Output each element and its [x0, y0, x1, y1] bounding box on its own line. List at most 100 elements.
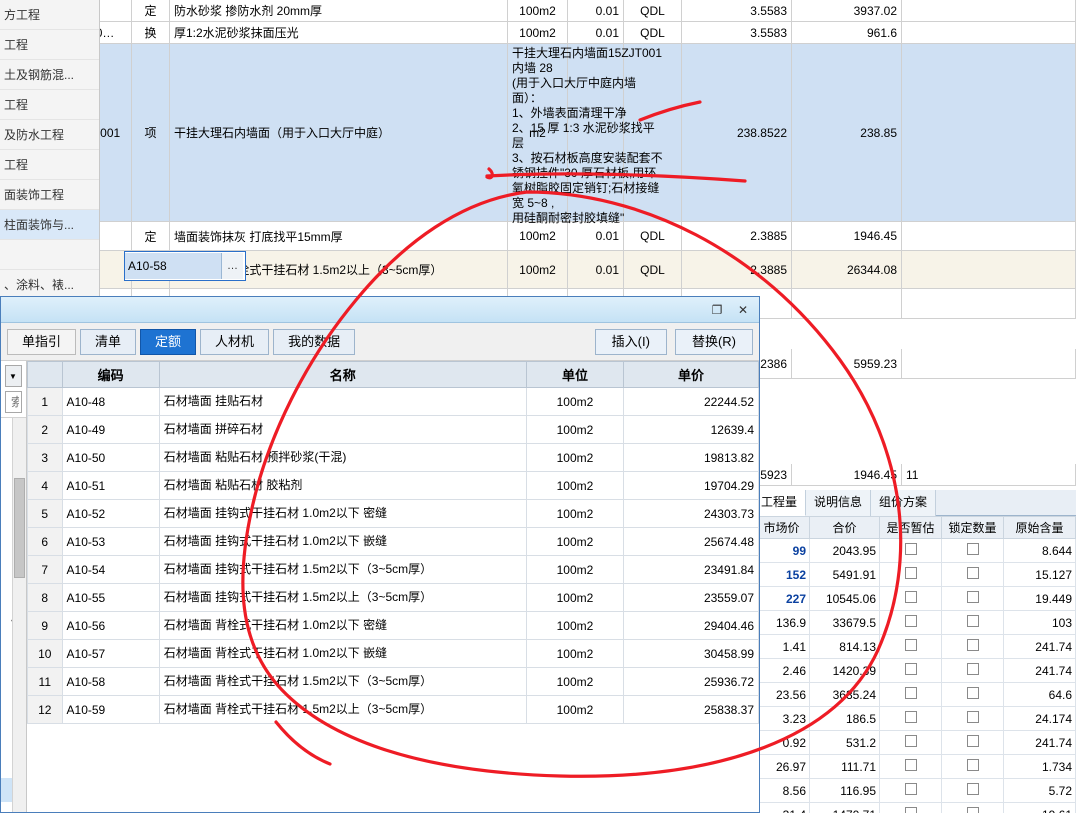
table-row[interactable]: 12 A10-59 石材墙面 背栓式干挂石材 1.5m2以上（3~5cm厚） 1…: [27, 695, 760, 724]
leftnav-item-3[interactable]: 工程: [0, 90, 99, 120]
table-row[interactable]: 26.97 111.71 1.734: [753, 754, 1076, 779]
cell-estimate[interactable]: [879, 658, 942, 683]
chevron-down-icon[interactable]: ▼: [6, 366, 22, 386]
table-row[interactable]: 10 A10-57 石材墙面 背栓式干挂石材 1.0m2以下 嵌缝 100m2 …: [27, 639, 760, 668]
estimate-checkbox[interactable]: [904, 735, 917, 747]
table-row[interactable]: 9 A10-56 石材墙面 背栓式干挂石材 1.0m2以下 密缝 100m2 2…: [27, 611, 760, 640]
table-row[interactable]: A10-1 + A10… 换 厚1:2水泥砂浆抹面压光 100m2 0.01 Q…: [0, 22, 1076, 44]
estimate-checkbox[interactable]: [904, 783, 917, 795]
table-row[interactable]: 6 A10-53 石材墙面 挂钩式干挂石材 1.0m2以下 嵌缝 100m2 2…: [27, 527, 760, 556]
lock-checkbox[interactable]: [966, 567, 979, 579]
lock-checkbox[interactable]: [966, 687, 979, 699]
cell-lock[interactable]: [941, 538, 1004, 563]
cell-lock[interactable]: [941, 754, 1004, 779]
cell-lock[interactable]: [941, 730, 1004, 755]
table-row[interactable]: 0.92 531.2 241.74: [753, 730, 1076, 755]
cell-estimate[interactable]: [879, 802, 942, 813]
cell-estimate[interactable]: [879, 610, 942, 635]
tab-zujiafangan[interactable]: 组价方案: [871, 490, 937, 516]
table-row[interactable]: 8.56 116.95 5.72: [753, 778, 1076, 803]
cell-lock[interactable]: [941, 682, 1004, 707]
cell-estimate[interactable]: [879, 754, 942, 779]
estimate-checkbox[interactable]: [904, 687, 917, 699]
tab-wodeshuju[interactable]: 我的数据: [273, 328, 356, 355]
table-row[interactable]: 152 5491.91 15.127: [753, 562, 1076, 587]
lock-checkbox[interactable]: [966, 615, 979, 627]
search-box[interactable]: [5, 391, 23, 413]
leftnav-item-2[interactable]: 土及钢筋混...: [0, 60, 99, 90]
table-row[interactable]: 227 10545.06 19.449: [753, 586, 1076, 611]
lock-checkbox[interactable]: [966, 711, 979, 723]
cell-estimate[interactable]: [879, 730, 942, 755]
leftnav-item-4[interactable]: 及防水工程: [0, 120, 99, 150]
code-input[interactable]: [125, 253, 221, 279]
cell-estimate[interactable]: [879, 706, 942, 731]
table-row[interactable]: 136.9 33679.5 103: [753, 610, 1076, 635]
table-row[interactable]: 5 A10-52 石材墙面 挂钩式干挂石材 1.0m2以下 密缝 100m2 2…: [27, 499, 760, 528]
cell-lock[interactable]: [941, 586, 1004, 611]
insert-button[interactable]: 插入(I): [594, 328, 667, 355]
lock-checkbox[interactable]: [966, 591, 979, 603]
cell-estimate[interactable]: [879, 562, 942, 587]
cell-lock[interactable]: [941, 778, 1004, 803]
table-row[interactable]: 3 A10-50 石材墙面 粘贴石材 预拌砂浆(干混) 100m2 19813.…: [27, 443, 760, 472]
lock-checkbox[interactable]: [966, 783, 979, 795]
search-input[interactable]: [9, 394, 22, 410]
estimate-checkbox[interactable]: [904, 543, 917, 555]
cell-lock[interactable]: [941, 562, 1004, 587]
leftnav-item-7[interactable]: 柱面装饰与...: [0, 210, 99, 240]
library-select[interactable]: 北省房屋建筑与装饰工程消耗量定额及全费用 ▼: [5, 365, 23, 387]
table-row[interactable]: 31.4 1470.71 19.61: [753, 802, 1076, 813]
table-row[interactable]: 4 A10-51 石材墙面 粘贴石材 胶粘剂 100m2 19704.29: [27, 471, 760, 500]
tree-scroll-thumb[interactable]: [14, 478, 26, 578]
tab-danzhiyin[interactable]: 单指引: [7, 328, 77, 355]
table-row[interactable]: 8 A10-55 石材墙面 挂钩式干挂石材 1.5m2以上（3~5cm厚） 10…: [27, 583, 760, 612]
cell-estimate[interactable]: [879, 586, 942, 611]
estimate-checkbox[interactable]: [904, 615, 917, 627]
table-row[interactable]: 11 A10-58 石材墙面 背栓式干挂石材 1.5m2以下（3~5cm厚） 1…: [27, 667, 760, 696]
lock-checkbox[interactable]: [966, 639, 979, 651]
tab-shuomingxinxi[interactable]: 说明信息: [806, 490, 872, 516]
leftnav-item-6[interactable]: 面装饰工程: [0, 180, 99, 210]
cell-estimate[interactable]: [879, 682, 942, 707]
cell-estimate[interactable]: [879, 778, 942, 803]
maximize-icon[interactable]: ❐: [705, 301, 729, 319]
estimate-checkbox[interactable]: [904, 759, 917, 771]
lock-checkbox[interactable]: [966, 543, 979, 555]
table-row[interactable]: 1.41 814.13 241.74: [753, 634, 1076, 659]
cell-lock[interactable]: [941, 706, 1004, 731]
table-row[interactable]: 3.23 186.5 24.174: [753, 706, 1076, 731]
lock-checkbox[interactable]: [966, 807, 979, 813]
code-picker-button[interactable]: …: [221, 253, 243, 279]
lock-checkbox[interactable]: [966, 663, 979, 675]
table-row[interactable]: A10-23 定 墙面装饰抹灰 打底找平15mm厚 100m2 0.01 QDL…: [0, 222, 1076, 251]
tab-qingdan[interactable]: 清单: [80, 328, 137, 355]
table-row[interactable]: 7 A10-54 石材墙面 挂钩式干挂石材 1.5m2以下（3~5cm厚） 10…: [27, 555, 760, 584]
cell-lock[interactable]: [941, 802, 1004, 813]
close-icon[interactable]: ✕: [731, 301, 755, 319]
cell-lock[interactable]: [941, 658, 1004, 683]
lock-checkbox[interactable]: [966, 759, 979, 771]
table-row[interactable]: 99 2043.95 8.644: [753, 538, 1076, 563]
table-row[interactable]: 23.56 3635.24 64.6: [753, 682, 1076, 707]
tree-scrollbar[interactable]: [12, 418, 27, 812]
estimate-checkbox[interactable]: [904, 663, 917, 675]
leftnav-item-0[interactable]: 方工程: [0, 0, 99, 30]
table-row[interactable]: A6-119 定 防水砂浆 掺防水剂 20mm厚 100m2 0.01 QDL …: [0, 0, 1076, 22]
lock-checkbox[interactable]: [966, 735, 979, 747]
dialog-titlebar[interactable]: ❐ ✕: [1, 297, 759, 323]
leftnav-item-5[interactable]: 工程: [0, 150, 99, 180]
estimate-checkbox[interactable]: [904, 639, 917, 651]
tab-gongchengliang[interactable]: 工程量: [753, 490, 807, 516]
estimate-checkbox[interactable]: [904, 807, 917, 813]
leftnav-item-8[interactable]: [0, 240, 99, 270]
cell-estimate[interactable]: [879, 634, 942, 659]
estimate-checkbox[interactable]: [904, 567, 917, 579]
tab-dinge[interactable]: 定额: [140, 328, 197, 355]
table-row[interactable]: 2.46 1420.39 241.74: [753, 658, 1076, 683]
cell-lock[interactable]: [941, 634, 1004, 659]
code-editor-cell[interactable]: …: [124, 251, 246, 281]
table-row[interactable]: 2 A10-49 石材墙面 拼碎石材 100m2 12639.4: [27, 415, 760, 444]
leftnav-item-1[interactable]: 工程: [0, 30, 99, 60]
cell-lock[interactable]: [941, 610, 1004, 635]
